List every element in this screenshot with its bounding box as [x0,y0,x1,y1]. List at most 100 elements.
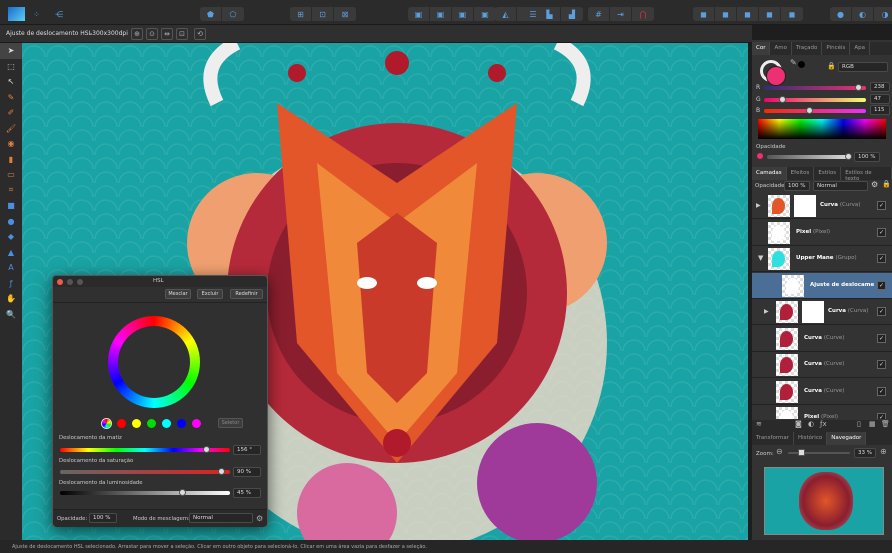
arrange-front-icon[interactable]: ▣ [408,7,430,21]
selection-edge-icon[interactable]: ⊡ [312,7,334,21]
fx-icon[interactable]: ƒx [820,420,827,428]
arrange-forward-icon[interactable]: ▣ [430,7,452,21]
expand-arrow-icon[interactable]: ▶ [756,202,761,209]
layer-visibility-checkbox[interactable]: ✓ [877,386,886,396]
layer-row[interactable]: ▶ Curva (Curva) ✓ [752,193,892,219]
triangle-tool-icon[interactable]: ▲ [0,245,22,261]
align-icon[interactable]: ☰ [522,7,544,21]
r-slider[interactable] [764,84,866,91]
hand-tool-icon[interactable]: ✋ [0,291,22,307]
zoom-field[interactable]: 33 % [854,448,876,458]
luminosity-slider[interactable] [60,489,230,496]
persona-pixel-icon[interactable]: ⁘ [26,7,48,21]
hue-slider[interactable] [60,446,230,453]
mask-icon[interactable]: ◙ [795,420,802,428]
new-layer-icon[interactable]: ▯ [857,420,861,428]
adjustment-icon[interactable]: ◐ [808,420,814,428]
g-slider[interactable] [764,96,866,103]
swatch-cyan[interactable] [162,419,171,428]
minimize-button[interactable] [67,279,73,285]
collapse-arrow-icon[interactable]: ▼ [758,254,763,262]
reset-transform-icon[interactable]: ⟲ [194,28,206,40]
layer-row[interactable]: Pixel (Pixel) ✓ [752,219,892,246]
tab-transformar[interactable]: Transformar [752,432,794,445]
crosshair-icon[interactable]: ⊕ [131,28,143,40]
dialog-opacity-field[interactable]: 100 % [89,513,117,523]
eyedropper-tool-icon[interactable]: ƒ [0,276,22,292]
layer-visibility-checkbox[interactable]: ✓ [877,360,886,369]
hue-wheel[interactable] [108,316,200,408]
boolean-intersect-icon[interactable]: ◼ [737,7,759,21]
layer-visibility-checkbox[interactable]: ✓ [877,280,886,290]
quick-mask-icon[interactable]: ● [830,7,852,21]
layer-opacity-field[interactable]: 100 % [784,181,810,191]
snap-guides-icon[interactable]: ⇥ [610,7,632,21]
snap-grid-icon[interactable]: # [588,7,610,21]
tab-estilos[interactable]: Estilos [814,167,842,180]
selection-transform-icon[interactable]: ⊠ [334,7,356,21]
tab-pincéis[interactable]: Pincéis [822,42,851,55]
tab-apa[interactable]: Apa [850,42,871,55]
gear-icon[interactable]: ⚙ [256,514,263,523]
boolean-add-icon[interactable]: ◼ [693,7,715,21]
pen-tool-icon[interactable]: ✎ [0,90,22,106]
center-icon[interactable]: ⇹ [161,28,173,40]
swatch-magenta[interactable] [192,419,201,428]
node-tool-icon[interactable]: ↖ [0,74,22,90]
brush-tool-icon[interactable]: 🖌 [0,121,22,137]
tab-navegador[interactable]: Navegador [827,432,867,445]
r-field[interactable]: 238 [870,82,890,92]
tab-histórico[interactable]: Histórico [794,432,828,445]
blend-mode-select[interactable]: Normal [189,513,253,523]
trash-icon[interactable]: 🗑 [881,420,890,428]
selection-tool-icon[interactable]: ⬚ [0,59,22,75]
fill-color-well[interactable] [766,66,786,86]
saturation-field[interactable]: 90 % [233,467,261,477]
gear-icon[interactable]: ⚙ [871,180,878,189]
flip-horizontal-icon[interactable]: ◭ [495,7,517,21]
rectangle-tool-icon[interactable]: ■ [0,198,22,214]
layer-visibility-checkbox[interactable]: ✓ [877,333,886,343]
reset-button[interactable]: Redefinir [230,289,263,299]
layer-row[interactable]: Pixel (Pixel) ✓ [752,405,892,419]
navigator-preview[interactable] [764,467,884,535]
swatch-yellow[interactable] [132,419,141,428]
pencil-tool-icon[interactable]: ✐ [0,105,22,121]
slice-tool-icon[interactable]: ⌗ [0,183,22,199]
layer-row[interactable]: ▶ Curva (Curva) ✓ [752,299,892,325]
layer-blend-select[interactable]: Normal [813,181,868,191]
layer-visibility-checkbox[interactable]: ✓ [877,227,886,237]
layer-row[interactable]: Curva (Curve) ✓ [752,378,892,405]
persona-develop-icon[interactable]: ⬠ [222,7,244,21]
boolean-subtract-icon[interactable]: ◼ [715,7,737,21]
selection-all-icon[interactable]: ⊞ [290,7,312,21]
tab-estilos-de-texto[interactable]: Estilos de texto [841,167,892,182]
share-icon[interactable]: ⋲ [48,7,70,21]
close-button[interactable] [57,279,63,285]
layer-row[interactable]: Curva (Curve) ✓ [752,325,892,352]
saturation-slider[interactable] [60,468,230,475]
tab-camadas[interactable]: Camadas [752,167,787,180]
layer-visibility-checkbox[interactable]: ✓ [877,413,886,419]
expand-arrow-icon[interactable]: ▶ [764,308,769,315]
magnet-icon[interactable]: ⋂ [632,7,654,21]
boolean-xor-icon[interactable]: ◼ [759,7,781,21]
arrange-backward-icon[interactable]: ▣ [452,7,474,21]
rotate-right-icon[interactable]: ▟ [561,7,583,21]
refine-icon[interactable]: ◐ [852,7,874,21]
transform-origin-icon[interactable]: ⊡ [176,28,188,40]
swatch-green[interactable] [147,419,156,428]
eyedropper-icon[interactable]: ✎ [790,58,797,67]
layer-visibility-checkbox[interactable]: ✓ [877,307,886,316]
color-mode-select[interactable]: RGB [838,62,888,72]
tab-amo[interactable]: Amo [770,42,792,55]
zoom-slider[interactable] [788,449,850,456]
lock-icon[interactable]: 🔒 [882,180,891,188]
shape-tool-icon[interactable]: ◆ [0,229,22,245]
layer-visibility-checkbox[interactable]: ✓ [877,254,886,263]
luminosity-field[interactable]: 45 % [233,488,261,498]
lock-icon[interactable]: 🔒 [827,62,836,70]
layer-row[interactable]: Ajuste de deslocame ✓ [752,272,892,299]
pixel-layer-icon[interactable]: ▦ [869,420,876,428]
color-opacity-field[interactable]: 100 % [854,152,880,162]
